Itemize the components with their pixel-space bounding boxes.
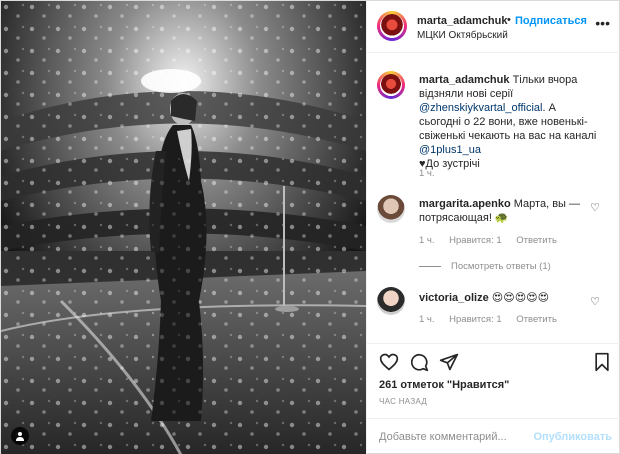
comment-likes[interactable]: Нравится: 1: [449, 235, 501, 246]
commenter-username[interactable]: margarita.apenko: [419, 198, 511, 210]
comment-meta: 1 ч. Нравится: 1 Ответить: [419, 235, 569, 246]
replies-divider-line: [419, 265, 441, 267]
view-replies-label: Посмотреть ответы (1): [451, 261, 551, 272]
separator-dot: •: [507, 14, 511, 26]
comment-like-heart-icon[interactable]: ♡: [590, 201, 600, 214]
comment-icon[interactable]: [409, 352, 429, 372]
post-side-panel: marta_adamchuk • Подписаться МЦКИ Октябр…: [366, 1, 620, 454]
author-username[interactable]: marta_adamchuk: [417, 15, 508, 27]
comment-body: 😍😍😍😍😍: [491, 292, 550, 304]
bookmark-icon[interactable]: [593, 352, 611, 372]
comment-text: margarita.apenko Марта, вы — потрясающая…: [419, 197, 589, 225]
heart-icon[interactable]: [379, 352, 399, 372]
caption-time[interactable]: 1 ч.: [419, 168, 435, 179]
caption: marta_adamchuk Тільки вчора відзняли нов…: [367, 67, 620, 179]
post-photo[interactable]: [1, 1, 366, 454]
comment-item: victoria_olize 😍😍😍😍😍 ♡ 1 ч. Нравится: 1 …: [367, 285, 620, 341]
view-replies-button[interactable]: Посмотреть ответы (1): [419, 261, 551, 272]
comment-meta: 1 ч. Нравится: 1 Ответить: [419, 314, 569, 325]
tagged-user-button[interactable]: [11, 427, 29, 445]
commenter-avatar[interactable]: [377, 287, 405, 315]
comment-likes[interactable]: Нравится: 1: [449, 314, 501, 325]
post-time-ago[interactable]: ЧАС НАЗАД: [379, 397, 427, 406]
caption-username[interactable]: marta_adamchuk: [419, 74, 510, 86]
comment-text: victoria_olize 😍😍😍😍😍: [419, 291, 589, 305]
caption-mention-zhenskiykvartal[interactable]: @zhenskiykvartal_official: [419, 102, 542, 114]
caption-author-avatar[interactable]: [377, 71, 405, 99]
add-comment-bar: Опубликовать: [367, 418, 620, 454]
follow-button[interactable]: Подписаться: [515, 15, 587, 27]
likes-count[interactable]: 261 отметок "Нравится": [379, 379, 509, 391]
author-avatar[interactable]: [377, 11, 407, 41]
publish-button[interactable]: Опубликовать: [533, 431, 612, 443]
location-link[interactable]: МЦКИ Октябрьский: [417, 30, 508, 41]
commenter-username[interactable]: victoria_olize: [419, 292, 489, 304]
post-header: marta_adamchuk • Подписаться МЦКИ Октябр…: [367, 1, 620, 53]
comment-time[interactable]: 1 ч.: [419, 235, 435, 246]
post-actions: [367, 343, 620, 379]
comment-item: margarita.apenko Марта, вы — потрясающая…: [367, 191, 620, 281]
comment-time[interactable]: 1 ч.: [419, 314, 435, 325]
comment-like-heart-icon[interactable]: ♡: [590, 295, 600, 308]
more-horizontal-icon[interactable]: •••: [595, 15, 610, 31]
instagram-post: marta_adamchuk • Подписаться МЦКИ Октябр…: [0, 0, 620, 454]
caption-text: marta_adamchuk Тільки вчора відзняли нов…: [419, 73, 599, 171]
comment-reply-button[interactable]: Ответить: [516, 235, 557, 246]
share-icon[interactable]: [439, 352, 459, 372]
commenter-avatar[interactable]: [377, 195, 405, 223]
caption-mention-1plus1[interactable]: @1plus1_ua: [419, 144, 481, 156]
user-icon: [16, 432, 24, 441]
stage-photo-illustration: [1, 1, 366, 454]
comment-reply-button[interactable]: Ответить: [516, 314, 557, 325]
comment-input[interactable]: [379, 428, 534, 446]
